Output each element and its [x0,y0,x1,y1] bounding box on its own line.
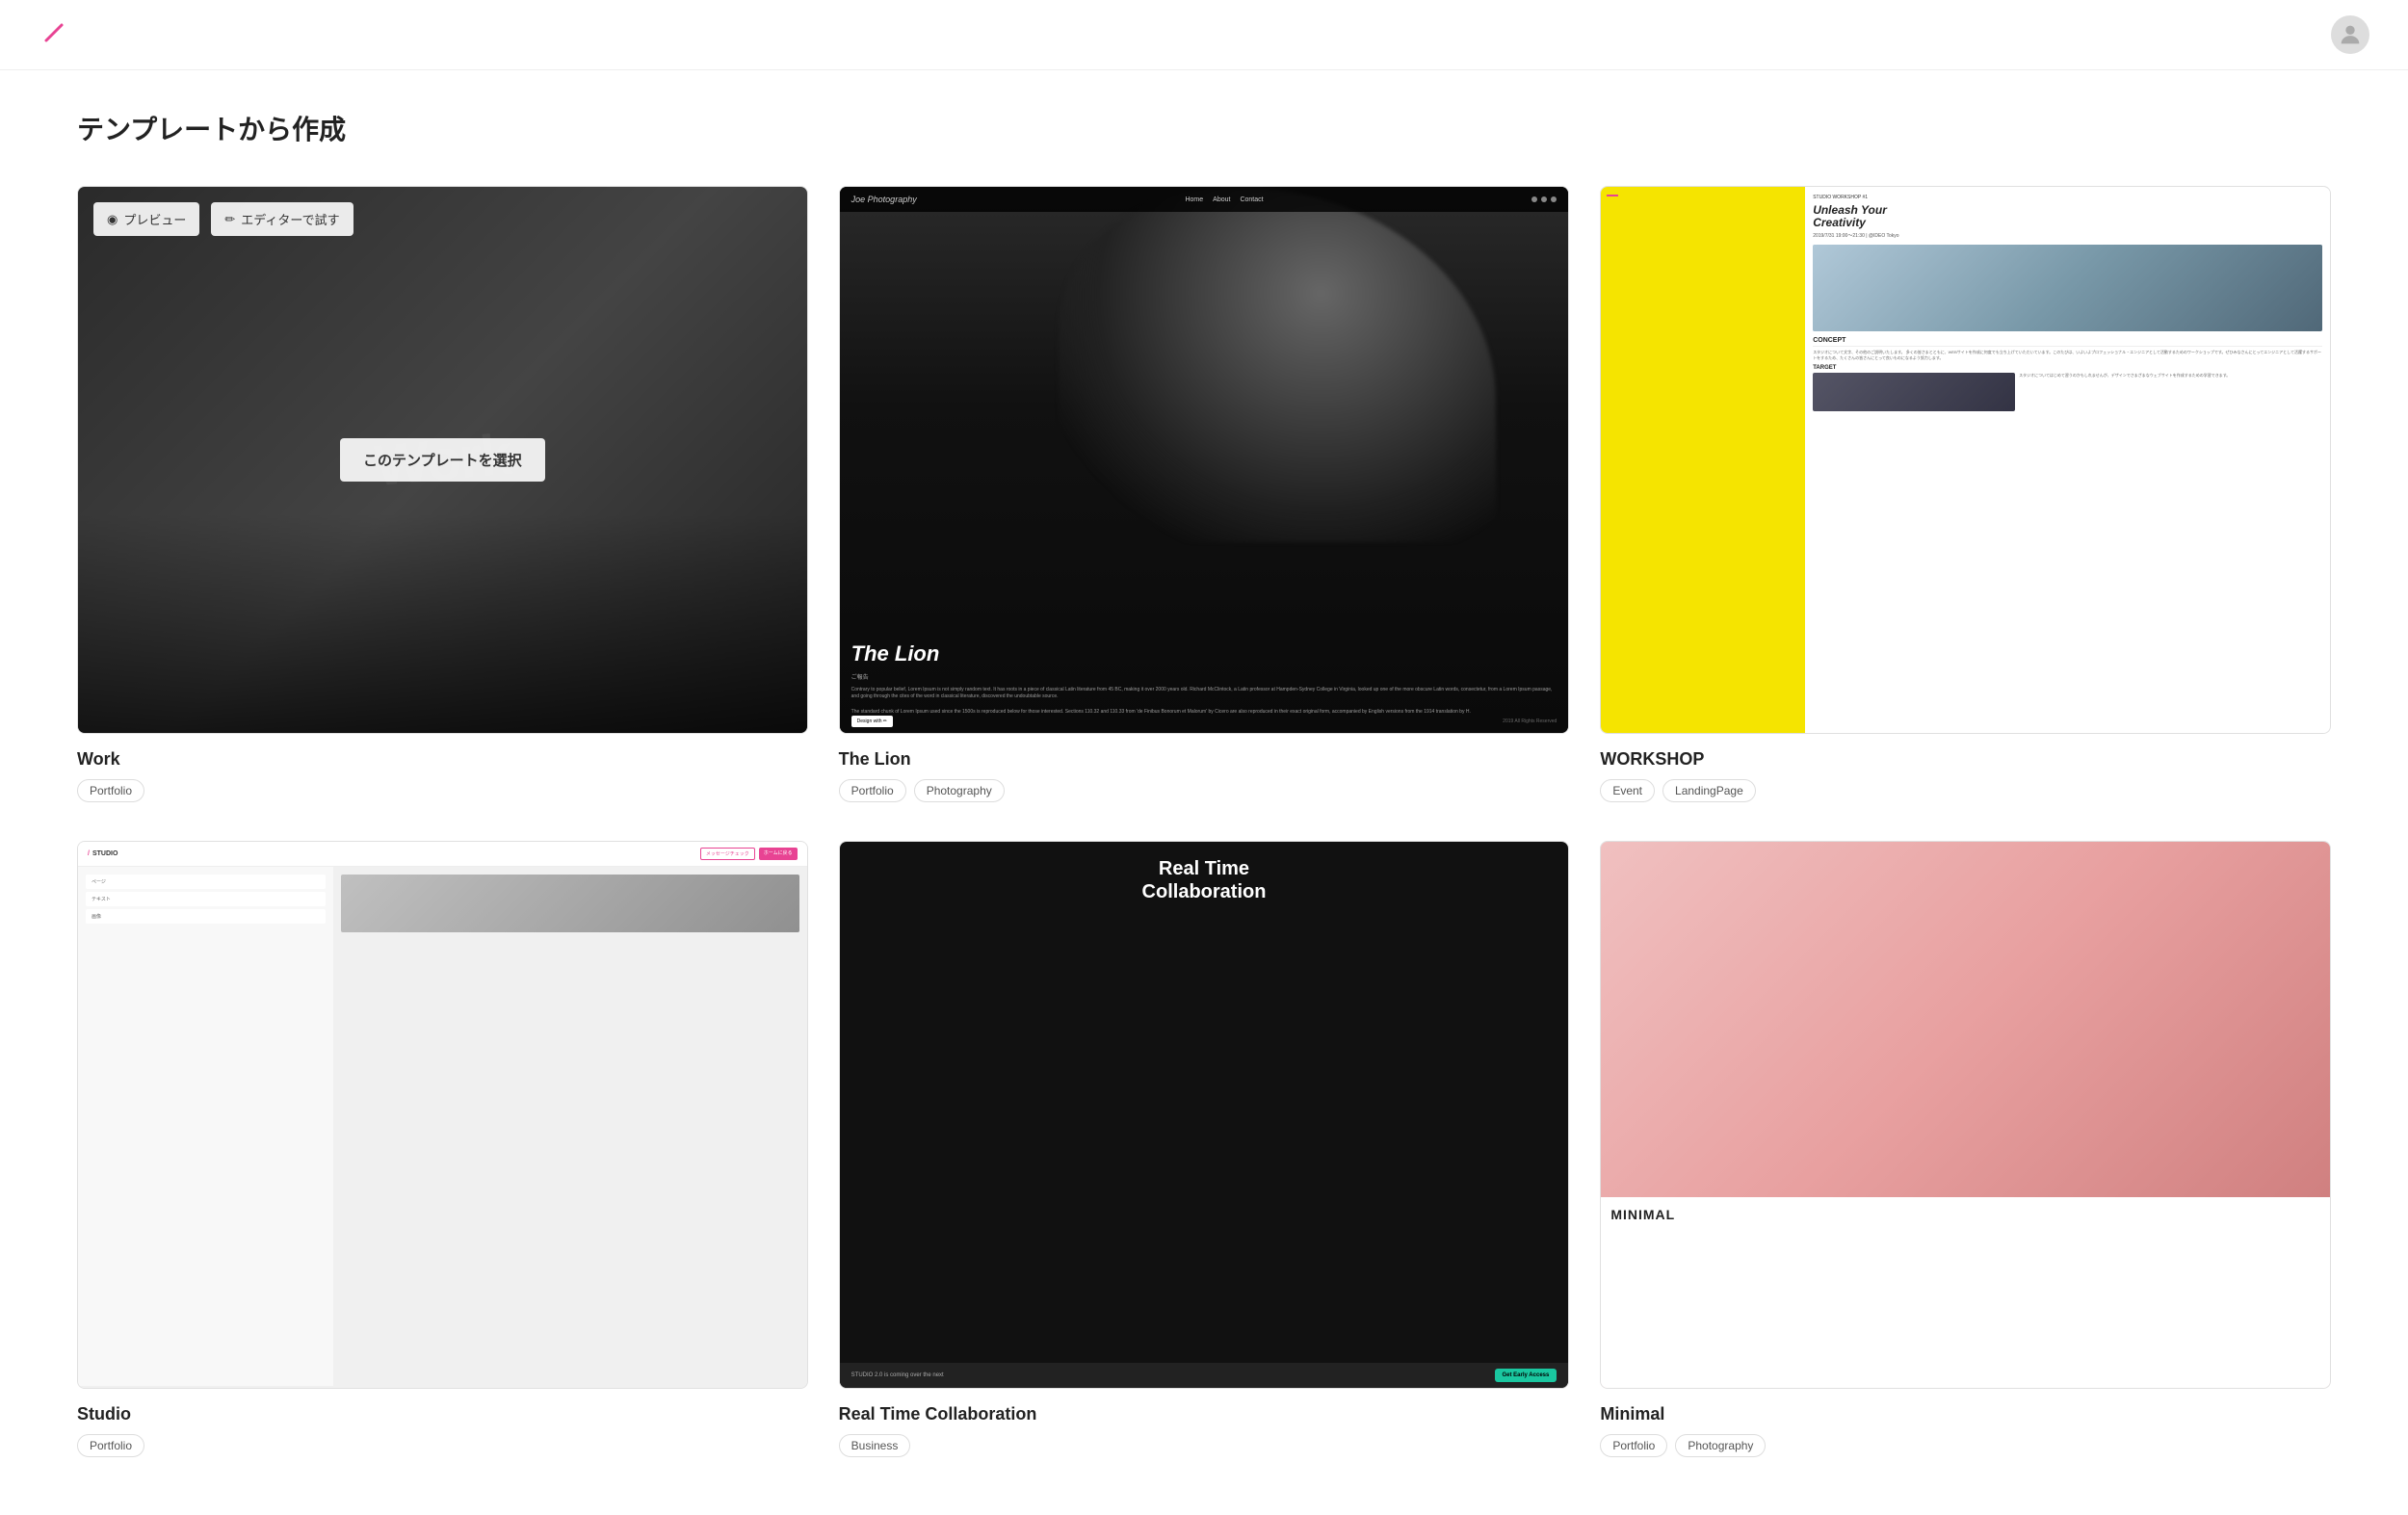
studio-tag-portfolio[interactable]: Portfolio [77,1434,144,1457]
realtime-tag-business[interactable]: Business [839,1434,911,1457]
main-content: テンプレートから作成 Work ◉ プレビュー ✏ [0,70,2408,1515]
eye-icon-realtime: ◉ [869,867,879,882]
lion-editor-button[interactable]: ✏ エディターで試す [973,202,1114,236]
studio-preview-label: プレビュー [123,865,186,883]
header [0,0,2408,70]
work-tags: Portfolio [77,779,808,802]
eye-icon-pink: ◉ [1630,867,1640,882]
thumbnail-studio[interactable]: / STUDIO メッセージチェック ホームに戻る ページ テキスト 画像 [77,841,808,1389]
thumbnail-realtime[interactable]: Real TimeCollaboration STUDIO 2.0 is com… [839,841,1570,1389]
pencil-icon: ✏ [224,212,235,227]
thumbnail-lion[interactable]: Joe Photography Home About Contact [839,186,1570,734]
eye-icon: ◉ [107,212,118,227]
realtime-preview-button[interactable]: ◉ プレビュー [855,857,961,891]
studio-editor-label: エディターで試す [241,865,339,883]
template-card-realtime[interactable]: Real TimeCollaboration STUDIO 2.0 is com… [839,841,1570,1457]
eye-icon-workshop: ◉ [1630,212,1640,227]
avatar[interactable] [2331,15,2369,54]
studio-preview-button[interactable]: ◉ プレビュー [93,857,199,891]
lion-tag-photography[interactable]: Photography [914,779,1005,802]
lion-preview-label: プレビュー [885,210,948,228]
pencil-icon-workshop: ✏ [1748,212,1759,227]
template-card-pink[interactable]: MINIMAL ◉ プレビュー ✏ エディターで試す Minimal Portf… [1600,841,2331,1457]
pencil-icon-studio: ✏ [224,867,235,882]
eye-icon-lion: ◉ [869,212,879,227]
work-name: Work [77,749,808,770]
realtime-tags: Business [839,1434,1570,1457]
lion-editor-label: エディターで試す [1003,210,1101,228]
workshop-preview-label: プレビュー [1647,210,1710,228]
template-card-work[interactable]: Work ◉ プレビュー ✏ エディターで試す このテンプレー [77,186,808,802]
realtime-preview-label: プレビュー [885,865,948,883]
studio-editor-button[interactable]: ✏ エディターで試す [211,857,353,891]
editor-button[interactable]: ✏ エディターで試す [211,202,353,236]
editor-label: エディターで試す [241,210,339,228]
pink-preview-button[interactable]: ◉ プレビュー [1616,857,1722,891]
studio-tags: Portfolio [77,1434,808,1457]
workshop-preview-button[interactable]: ◉ プレビュー [1616,202,1722,236]
studio-name: Studio [77,1404,808,1424]
realtime-editor-button[interactable]: ✏ エディターで試す [973,857,1114,891]
eye-icon-studio: ◉ [107,867,118,882]
preview-button[interactable]: ◉ プレビュー [93,202,199,236]
thumbnail-workshop[interactable]: STUDIO WORKSHOP #1 Unleash YourCreativit… [1600,186,2331,734]
work-overlay: ◉ プレビュー ✏ エディターで試す このテンプレートを選択 [78,187,807,733]
page-title: テンプレートから作成 [77,109,2331,147]
template-card-lion[interactable]: Joe Photography Home About Contact [839,186,1570,802]
pink-tags: Portfolio Photography [1600,1434,2331,1457]
template-card-studio[interactable]: / STUDIO メッセージチェック ホームに戻る ページ テキスト 画像 [77,841,808,1457]
pencil-icon-lion: ✏ [986,212,997,227]
realtime-editor-label: エディターで試す [1003,865,1101,883]
select-template-button[interactable]: このテンプレートを選択 [340,438,545,482]
pink-editor-label: エディターで試す [1765,865,1863,883]
pink-tag-portfolio[interactable]: Portfolio [1600,1434,1667,1457]
lion-name: The Lion [839,749,1570,770]
logo[interactable] [39,17,69,53]
pencil-icon-pink: ✏ [1748,867,1759,882]
workshop-tags: Event LandingPage [1600,779,2331,802]
work-top-buttons: ◉ プレビュー ✏ エディターで試す [93,202,353,236]
workshop-editor-button[interactable]: ✏ エディターで試す [1735,202,1876,236]
pink-editor-button[interactable]: ✏ エディターで試す [1735,857,1876,891]
preview-label: プレビュー [123,210,186,228]
workshop-name: WORKSHOP [1600,749,2331,770]
thumbnail-work[interactable]: Work ◉ プレビュー ✏ エディターで試す このテンプレー [77,186,808,734]
pink-name: Minimal [1600,1404,2331,1424]
pink-tag-photography[interactable]: Photography [1675,1434,1766,1457]
workshop-tag-landingpage[interactable]: LandingPage [1662,779,1756,802]
lion-preview-button[interactable]: ◉ プレビュー [855,202,961,236]
workshop-editor-label: エディターで試す [1765,210,1863,228]
work-tag-portfolio[interactable]: Portfolio [77,779,144,802]
template-card-workshop[interactable]: STUDIO WORKSHOP #1 Unleash YourCreativit… [1600,186,2331,802]
lion-tag-portfolio[interactable]: Portfolio [839,779,906,802]
workshop-tag-event[interactable]: Event [1600,779,1655,802]
lion-tags: Portfolio Photography [839,779,1570,802]
template-grid: Work ◉ プレビュー ✏ エディターで試す このテンプレー [77,186,2331,1457]
pink-preview-label: プレビュー [1647,865,1710,883]
realtime-name: Real Time Collaboration [839,1404,1570,1424]
pencil-icon-realtime: ✏ [986,867,997,882]
thumbnail-pink[interactable]: MINIMAL ◉ プレビュー ✏ エディターで試す [1600,841,2331,1389]
